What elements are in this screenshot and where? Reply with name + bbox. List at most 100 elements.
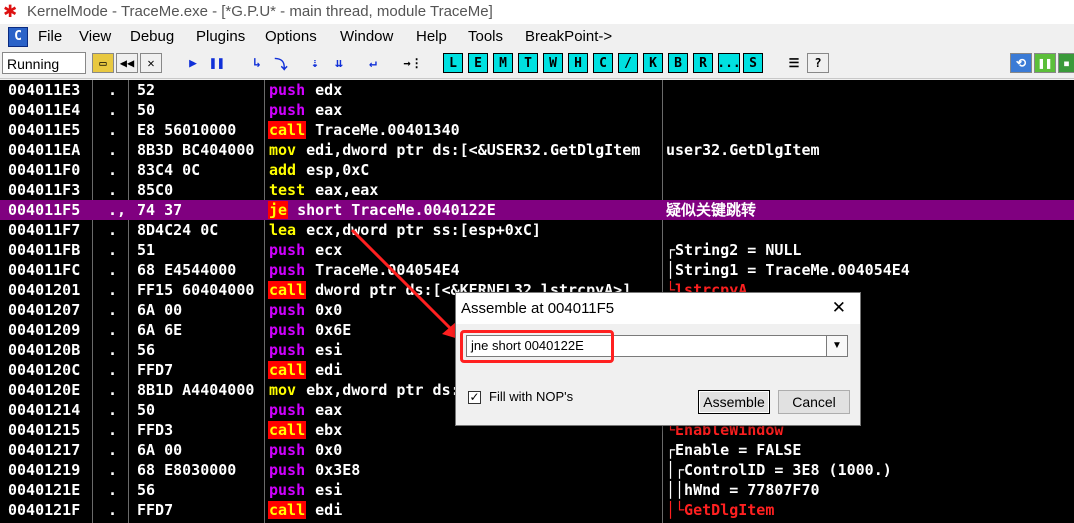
instruction-cell: push eax (268, 100, 662, 120)
instruction-cell: call edi (268, 500, 662, 520)
instruction-cell: push 0x3E8 (268, 460, 662, 480)
disasm-row[interactable]: 0040121F. FFD7 call edi │└GetDlgItem (0, 500, 1074, 520)
menu-bar: C File View Debug Plugins Options Window… (0, 25, 1074, 49)
disasm-row[interactable]: 00401219. 68 E8030000 push 0x3E8 │┌ControlI… (0, 460, 1074, 480)
comment-cell: │String1 = TraceMe.004054E4 (666, 261, 910, 279)
toolbar-btn-t[interactable]: T (518, 53, 538, 73)
comment-cell: │┌ControlID = 3E8 (1000.) (666, 461, 892, 479)
refresh-icon[interactable]: ⟲ (1010, 53, 1032, 73)
disasm-row[interactable]: 004011FC. 68 E4544000 push TraceMe.004054E… (0, 260, 1074, 280)
flag-cell: . (108, 421, 118, 439)
operands: TraceMe.00401340 (315, 121, 460, 139)
mnemonic: call (268, 281, 307, 299)
fill-nops-label: Fill with NOP's (489, 389, 574, 404)
mnemonic: push (269, 81, 306, 99)
hex-cell: 56 (137, 341, 156, 359)
operands: 0x3E8 (315, 461, 361, 479)
pause-icon[interactable]: ❚❚ (206, 53, 228, 73)
menu-window[interactable]: Window (340, 28, 393, 45)
disasm-row[interactable]: 004011E5. E8 56010000 call TraceMe.0040134… (0, 120, 1074, 140)
hex-cell: 56 (137, 481, 156, 499)
comment-cell (666, 100, 1074, 120)
disasm-row[interactable]: 00401217. 6A 00 push 0x0 ┌Enable = FALSE (0, 440, 1074, 460)
close-icon[interactable]: ✕ (832, 298, 846, 318)
toolbar-btn-k[interactable]: K (643, 53, 663, 73)
menu-view[interactable]: View (79, 28, 111, 45)
step-over-icon[interactable]: ⤵ (270, 53, 292, 73)
open-folder-icon[interactable]: ▭ (92, 53, 114, 73)
comment-cell (666, 220, 1074, 240)
operands: esi (315, 481, 343, 499)
step-into-icon[interactable]: ↳ (246, 53, 268, 73)
mnemonic: lea (269, 221, 297, 239)
operands: eax,eax (315, 181, 379, 199)
list-icon[interactable]: ☰ (783, 53, 805, 73)
disasm-row[interactable]: 004011E4. 50 push eax (0, 100, 1074, 120)
flag-cell: . (108, 141, 118, 159)
comment-cell: ┌Enable = FALSE (666, 441, 802, 459)
toolbar-btn-w[interactable]: W (543, 53, 563, 73)
disasm-row[interactable]: 004011F7. 8D4C24 0C lea ecx,dword ptr ss:[… (0, 220, 1074, 240)
disasm-row[interactable]: 004011F3. 85C0 test eax,eax (0, 180, 1074, 200)
menu-file[interactable]: File (38, 28, 62, 45)
disasm-row[interactable]: 004011E3. 52 push edx (0, 80, 1074, 100)
toolbar-btn-e[interactable]: E (468, 53, 488, 73)
rewind-icon[interactable]: ◀◀ (116, 53, 138, 73)
operands: ebx (315, 421, 343, 439)
trace-over-icon[interactable]: ⇊ (328, 53, 350, 73)
disasm-row[interactable]: 0040121E. 56 push esi ││hWnd = 77807F70 (0, 480, 1074, 500)
run-icon[interactable]: ▶ (182, 53, 204, 73)
assemble-button[interactable]: Assemble (698, 390, 770, 414)
address-cell: 00401201 (8, 281, 81, 299)
close-process-icon[interactable]: ✕ (140, 53, 162, 73)
chevron-down-icon[interactable]: ▼ (826, 336, 847, 356)
toolbar-btn-slash[interactable]: / (618, 53, 638, 73)
mnemonic: call (268, 501, 307, 519)
instruction-cell: je short TraceMe.0040122E (268, 200, 662, 220)
menu-tools[interactable]: Tools (468, 28, 503, 45)
menu-options[interactable]: Options (265, 28, 317, 45)
toolbar-btn-h[interactable]: H (568, 53, 588, 73)
flag-cell: . (108, 341, 118, 359)
disasm-row[interactable]: 004011FB. 51 push ecx ┌String2 = NULL (0, 240, 1074, 260)
menu-plugins[interactable]: Plugins (196, 28, 245, 45)
goto-icon[interactable]: →⋮ (402, 53, 424, 73)
disasm-row[interactable]: 004011F0. 83C4 0C add esp,0xC (0, 160, 1074, 180)
hex-cell: 8D4C24 0C (137, 221, 219, 239)
cpu-window-icon[interactable]: C (8, 27, 28, 47)
operands: ecx,dword ptr ss:[esp+0xC] (306, 221, 541, 239)
toolbar-btn-m[interactable]: M (493, 53, 513, 73)
flag-cell: . (108, 501, 118, 519)
operands: esp,0xC (306, 161, 370, 179)
comment-cell: 疑似关键跳转 (666, 201, 757, 219)
menu-help[interactable]: Help (416, 28, 447, 45)
toolbar-btn-s[interactable]: S (743, 53, 763, 73)
execute-till-return-icon[interactable]: ↵ (362, 53, 384, 73)
disasm-row[interactable]: 004011EA. 8B3D BC404000 mov edi,dword ptr … (0, 140, 1074, 160)
address-cell: 0040120B (8, 341, 81, 359)
disasm-row[interactable]: 004011F5., 74 37 je short TraceMe.0040122E… (0, 200, 1074, 220)
toolbar-btn-l[interactable]: L (443, 53, 463, 73)
instruction-cell: push TraceMe.004054E4 (268, 260, 662, 280)
menu-debug[interactable]: Debug (130, 28, 174, 45)
toolbar-btn-dots[interactable]: ... (717, 53, 741, 73)
plugin-icon[interactable]: ▪ (1058, 53, 1074, 73)
fill-nops-checkbox[interactable]: ✓ (468, 391, 481, 404)
hex-cell: 68 E8030000 (137, 461, 237, 479)
operands: eax (315, 401, 343, 419)
pause-plugin-icon[interactable]: ❚❚ (1034, 53, 1056, 73)
trace-into-icon[interactable]: ⇣ (304, 53, 326, 73)
toolbar-btn-help[interactable]: ? (807, 53, 829, 73)
toolbar: Running ▭ ◀◀ ✕ ▶ ❚❚ ↳ ⤵ ⇣ ⇊ ↵ →⋮ L E M T… (0, 50, 1074, 79)
flag-cell: . (108, 181, 118, 199)
menu-breakpoint[interactable]: BreakPoint-> (525, 28, 612, 45)
address-cell: 0040120E (8, 381, 81, 399)
toolbar-btn-r[interactable]: R (693, 53, 713, 73)
toolbar-btn-b[interactable]: B (668, 53, 688, 73)
toolbar-btn-c[interactable]: C (593, 53, 613, 73)
operands: esi (315, 341, 343, 359)
operands: edx (315, 81, 343, 99)
cancel-button[interactable]: Cancel (778, 390, 850, 414)
address-cell: 004011F3 (8, 181, 81, 199)
hex-cell: 8B3D BC404000 (137, 141, 255, 159)
